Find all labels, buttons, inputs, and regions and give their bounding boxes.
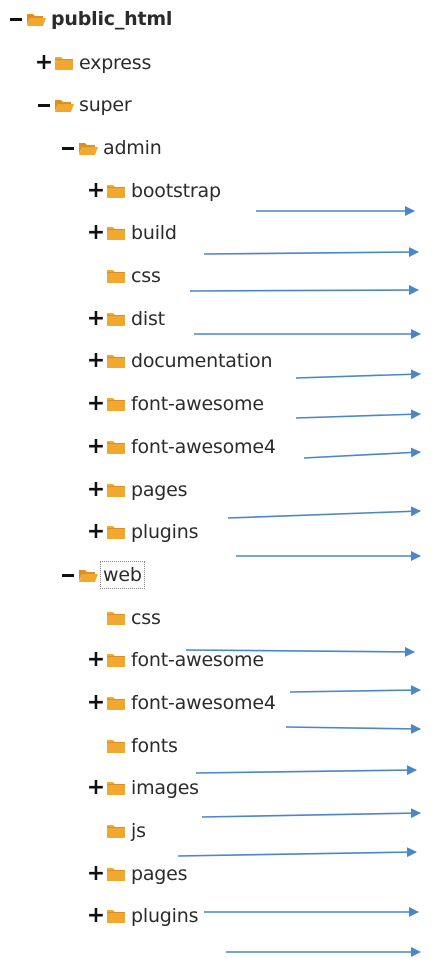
folder-icon xyxy=(106,867,126,882)
plus-icon[interactable] xyxy=(88,771,104,805)
plus-icon[interactable] xyxy=(88,857,104,891)
tree-node-font-awesome[interactable]: font-awesome xyxy=(88,387,264,421)
tree-node-label: js xyxy=(131,820,146,842)
folder-icon xyxy=(106,226,126,241)
tree-node-label: bootstrap xyxy=(131,180,221,202)
folder-icon xyxy=(106,483,126,498)
folder-icon xyxy=(106,824,126,839)
minus-icon[interactable] xyxy=(8,2,24,36)
tree-node-css[interactable]: css xyxy=(88,601,161,635)
plus-icon[interactable] xyxy=(88,643,104,677)
tree-node-super[interactable]: super xyxy=(36,88,132,122)
tree-node-font-awesome4[interactable]: font-awesome4 xyxy=(88,430,276,464)
plus-icon[interactable] xyxy=(88,302,104,336)
tree-node-label: font-awesome xyxy=(131,393,264,415)
folder-icon xyxy=(106,312,126,327)
tree-node-label: pages xyxy=(131,479,188,501)
plus-icon[interactable] xyxy=(88,387,104,421)
folder-icon xyxy=(106,696,126,711)
tree-node-label: super xyxy=(79,94,132,116)
tree-node-documentation[interactable]: documentation xyxy=(88,344,273,378)
file-tree: public_html express super admin bootstra… xyxy=(0,0,436,965)
folder-icon xyxy=(106,184,126,199)
plus-icon[interactable] xyxy=(88,473,104,507)
tree-node-public-html[interactable]: public_html xyxy=(8,2,172,36)
folder-open-icon xyxy=(78,568,98,583)
tree-node-plugins[interactable]: plugins xyxy=(88,899,198,933)
tree-node-plugins[interactable]: plugins xyxy=(88,515,198,549)
folder-icon xyxy=(106,440,126,455)
tree-node-images[interactable]: images xyxy=(88,771,199,805)
folder-icon xyxy=(106,909,126,924)
tree-node-dist[interactable]: dist xyxy=(88,302,165,336)
plus-icon[interactable] xyxy=(88,899,104,933)
tree-node-label: dist xyxy=(131,308,165,330)
plus-icon[interactable] xyxy=(88,515,104,549)
tree-node-bootstrap[interactable]: bootstrap xyxy=(88,174,221,208)
folder-icon xyxy=(106,269,126,284)
plus-icon[interactable] xyxy=(36,46,52,80)
tree-node-label: css xyxy=(131,265,161,287)
tree-node-label: build xyxy=(131,222,177,244)
tree-node-label: font-awesome xyxy=(131,649,264,671)
tree-node-label: admin xyxy=(103,137,162,159)
tree-node-js[interactable]: js xyxy=(88,814,146,848)
plus-icon[interactable] xyxy=(88,174,104,208)
folder-icon xyxy=(106,397,126,412)
tree-node-pages[interactable]: pages xyxy=(88,473,188,507)
tree-node-fonts[interactable]: fonts xyxy=(88,729,178,763)
plus-icon[interactable] xyxy=(88,344,104,378)
tree-node-label-selected: web xyxy=(100,561,145,589)
tree-node-label: pages xyxy=(131,863,188,885)
tree-node-label: font-awesome4 xyxy=(131,692,276,714)
tree-node-label: documentation xyxy=(131,350,273,372)
tree-node-label: public_html xyxy=(51,8,173,30)
tree-node-label: font-awesome4 xyxy=(131,436,276,458)
tree-node-label: images xyxy=(131,777,199,799)
tree-node-web[interactable]: web xyxy=(60,558,145,592)
tree-node-font-awesome[interactable]: font-awesome xyxy=(88,643,264,677)
minus-icon[interactable] xyxy=(36,88,52,122)
tree-node-css[interactable]: css xyxy=(88,259,161,293)
tree-node-pages[interactable]: pages xyxy=(88,857,188,891)
folder-open-icon xyxy=(78,141,98,156)
folder-open-icon xyxy=(26,12,46,27)
folder-icon xyxy=(106,739,126,754)
tree-node-label: fonts xyxy=(131,735,178,757)
folder-icon xyxy=(106,781,126,796)
tree-node-build[interactable]: build xyxy=(88,216,177,250)
folder-icon xyxy=(106,354,126,369)
tree-node-express[interactable]: express xyxy=(36,46,151,80)
tree-node-font-awesome4[interactable]: font-awesome4 xyxy=(88,686,276,720)
folder-icon xyxy=(106,525,126,540)
plus-icon[interactable] xyxy=(88,686,104,720)
folder-icon xyxy=(54,56,74,71)
tree-node-label: plugins xyxy=(131,905,199,927)
plus-icon[interactable] xyxy=(88,430,104,464)
folder-icon xyxy=(106,653,126,668)
tree-node-label: plugins xyxy=(131,521,199,543)
folder-open-icon xyxy=(54,98,74,113)
tree-node-label: express xyxy=(79,52,152,74)
minus-icon[interactable] xyxy=(60,131,76,165)
folder-icon xyxy=(106,611,126,626)
tree-node-admin[interactable]: admin xyxy=(60,131,162,165)
minus-icon[interactable] xyxy=(60,558,76,592)
tree-node-label: css xyxy=(131,607,161,629)
plus-icon[interactable] xyxy=(88,216,104,250)
